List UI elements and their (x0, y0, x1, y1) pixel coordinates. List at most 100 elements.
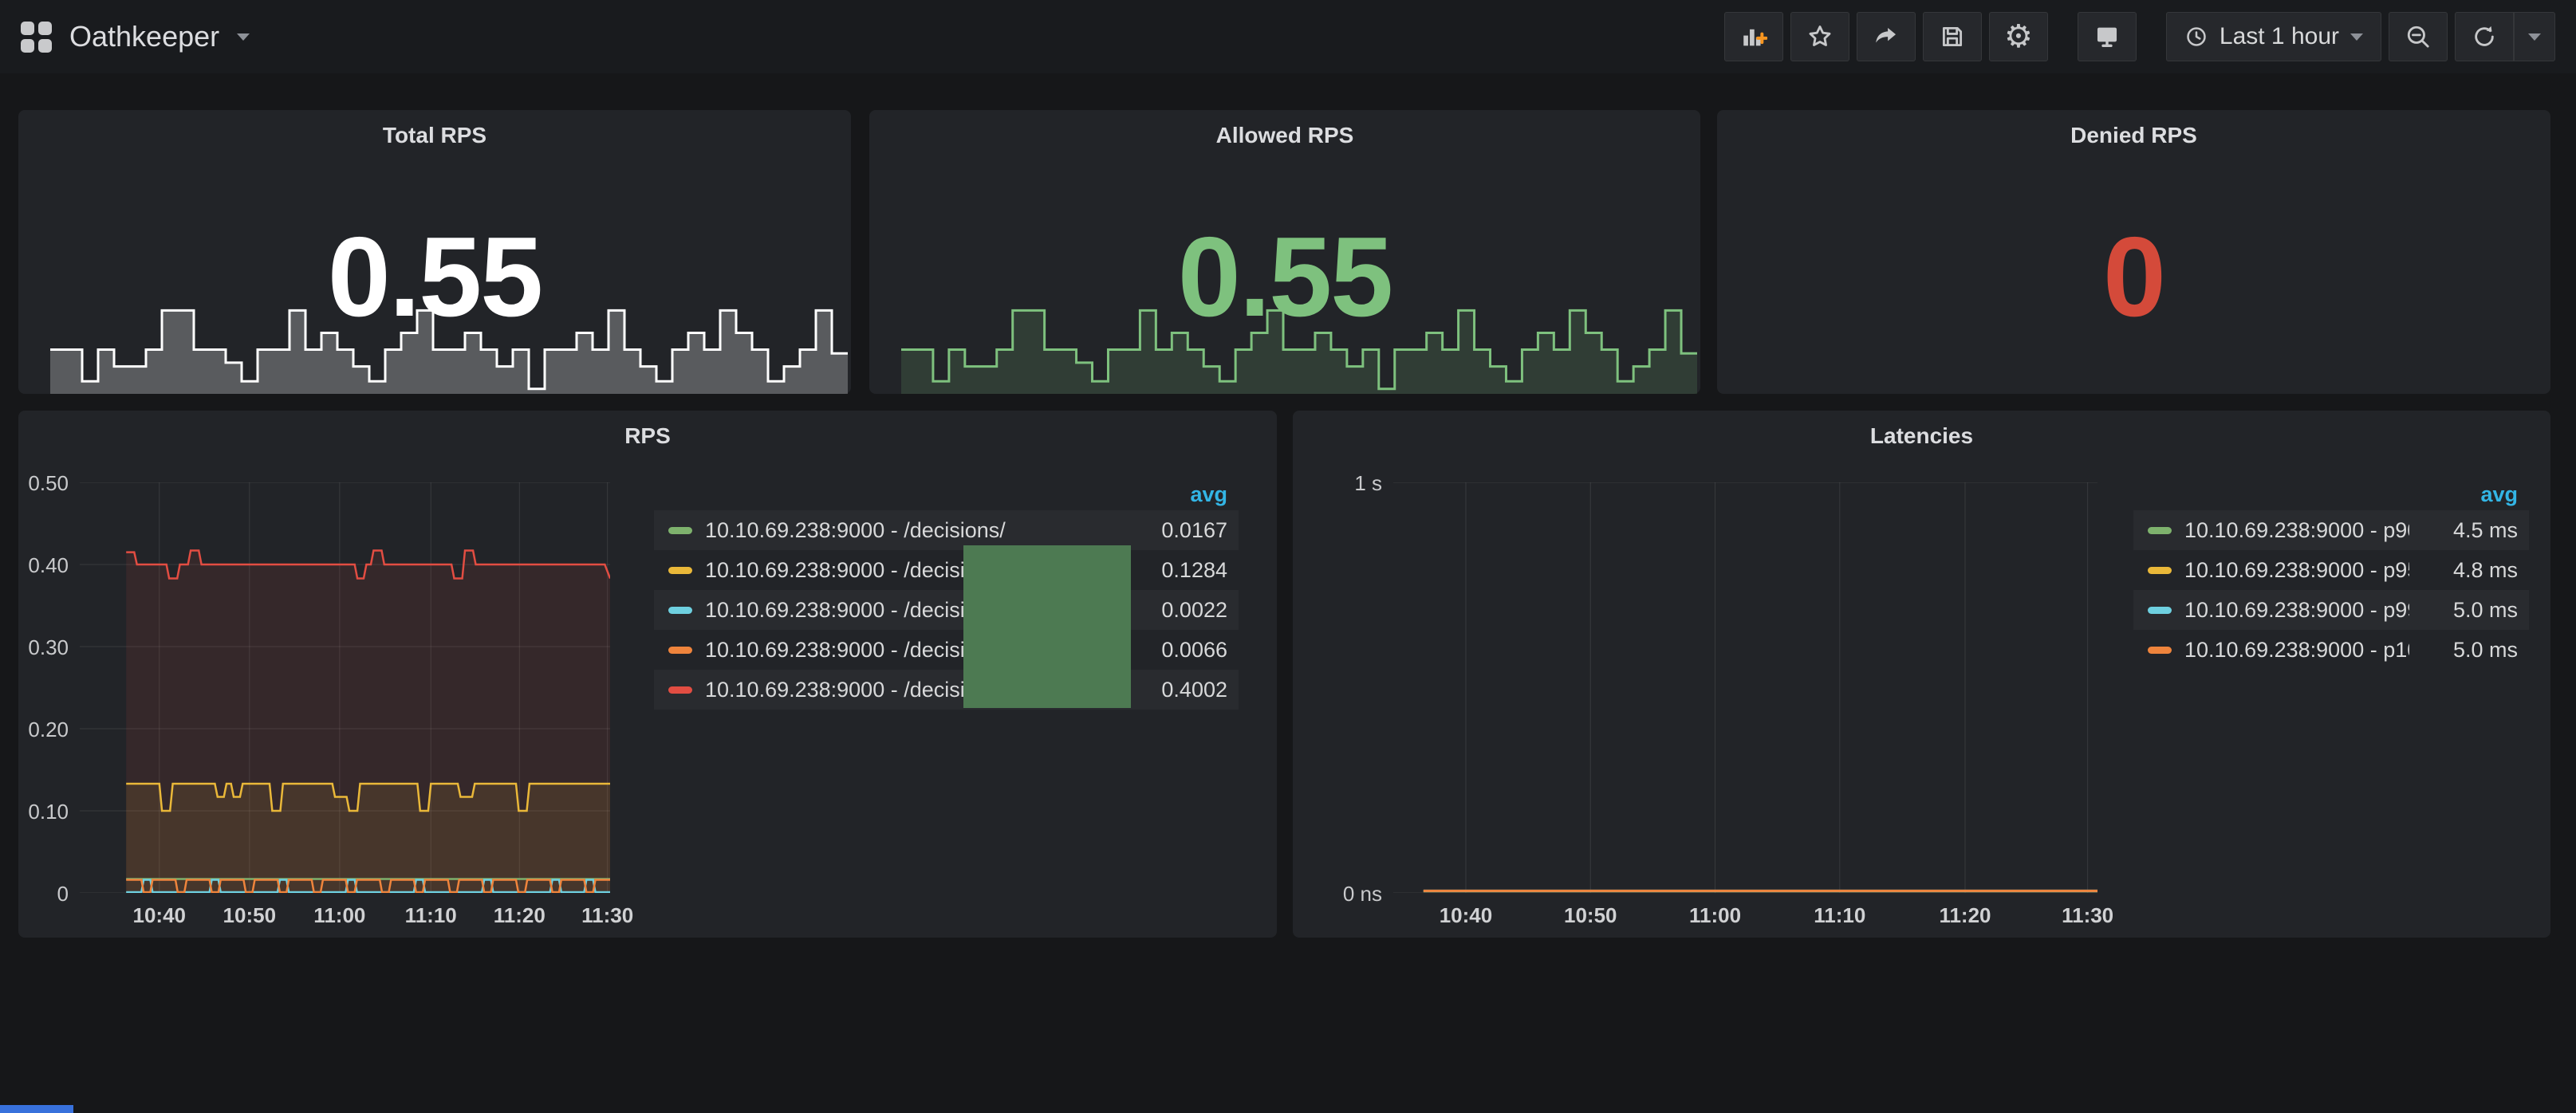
legend-avg-value: 0.0167 (1119, 518, 1239, 543)
legend-avg-value: 0.4002 (1119, 678, 1239, 702)
panel-title[interactable]: Latencies (1293, 423, 2550, 449)
legend-avg-value: 4.5 ms (2409, 518, 2529, 543)
panel-latencies-graph: Latencies avg10.10.69.238:9000 - p904.5 … (1293, 411, 2550, 938)
x-axis-label: 11:00 (1680, 903, 1751, 928)
panel-title[interactable]: Total RPS (18, 123, 851, 148)
x-axis-label: 11:20 (1929, 903, 2001, 928)
navbar: Oathkeeper (0, 0, 2576, 73)
legend-row[interactable]: 10.10.69.238:9000 - /decisions/0.1284 (654, 550, 1239, 590)
panel-total-rps: Total RPS 0.55 (18, 110, 851, 394)
add-panel-button[interactable] (1724, 12, 1783, 61)
y-axis-label: 0.10 (0, 800, 69, 824)
sparkline (901, 294, 1697, 394)
series-color-swatch (668, 647, 692, 654)
panel-allowed-rps: Allowed RPS 0.55 (869, 110, 1700, 394)
x-axis-label: 11:00 (304, 903, 376, 928)
zoom-out-button[interactable] (2389, 12, 2448, 61)
time-range-label: Last 1 hour (2220, 23, 2339, 50)
legend-series-label: 10.10.69.238:9000 - /decisions/ (705, 518, 1119, 543)
series-color-swatch (2148, 567, 2172, 574)
x-axis-label: 11:30 (2052, 903, 2124, 928)
legend-row[interactable]: 10.10.69.238:9000 - p954.8 ms (2133, 550, 2529, 590)
x-axis-label: 11:30 (572, 903, 644, 928)
y-axis-label: 0.20 (0, 718, 69, 742)
legend-series-label: 10.10.69.238:9000 - p100 (2184, 638, 2409, 663)
series-color-swatch (668, 527, 692, 534)
panel-title[interactable]: RPS (18, 423, 1277, 449)
settings-button[interactable]: ⚙ (1989, 12, 2048, 61)
refresh-interval-dropdown[interactable] (2514, 12, 2555, 61)
floppy-save-icon (1939, 23, 1966, 50)
series-color-swatch (2148, 647, 2172, 654)
x-axis-label: 10:40 (124, 903, 195, 928)
rps-plot-area[interactable] (80, 482, 610, 893)
legend-avg-value: 4.8 ms (2409, 558, 2529, 583)
bottom-scroll-strip (0, 1105, 73, 1113)
chevron-down-icon (2350, 33, 2363, 41)
legend-avg-value: 5.0 ms (2409, 638, 2529, 663)
cycle-view-button[interactable] (2078, 12, 2137, 61)
x-axis-label: 11:10 (1804, 903, 1876, 928)
legend-avg-header[interactable]: avg (654, 478, 1239, 510)
share-button[interactable] (1857, 12, 1916, 61)
series-color-swatch (668, 686, 692, 694)
legend-avg-value: 5.0 ms (2409, 598, 2529, 623)
refresh-button[interactable] (2455, 12, 2514, 61)
monitor-icon (2093, 23, 2121, 50)
chevron-down-icon (2528, 33, 2541, 41)
panel-title[interactable]: Allowed RPS (869, 123, 1700, 148)
x-axis-label: 10:50 (214, 903, 286, 928)
y-axis-label: 0.50 (0, 471, 69, 496)
series-color-swatch (2148, 607, 2172, 614)
dashboards-grid-icon[interactable] (21, 22, 52, 53)
series-color-swatch (2148, 527, 2172, 534)
legend-row[interactable]: 10.10.69.238:9000 - p995.0 ms (2133, 590, 2529, 630)
panel-denied-rps: Denied RPS 0 (1717, 110, 2550, 394)
legend-avg-header[interactable]: avg (2133, 478, 2529, 510)
latencies-plot-area[interactable] (1393, 482, 2097, 893)
legend-series-label: 10.10.69.238:9000 - p90 (2184, 518, 2409, 543)
legend-row[interactable]: 10.10.69.238:9000 - p904.5 ms (2133, 510, 2529, 550)
y-axis-label: 0.30 (0, 635, 69, 660)
legend-row[interactable]: 10.10.69.238:9000 - /decisions/0.4002 (654, 670, 1239, 710)
legend-avg-value: 0.0022 (1119, 598, 1239, 623)
zoom-out-icon (2405, 23, 2432, 50)
save-button[interactable] (1923, 12, 1982, 61)
series-color-swatch (668, 607, 692, 614)
rps-legend: avg10.10.69.238:9000 - /decisions/0.0167… (654, 478, 1239, 710)
y-axis-label: 0.40 (0, 553, 69, 578)
gear-icon: ⚙ (2004, 21, 2033, 53)
legend-avg-value: 0.0066 (1119, 638, 1239, 663)
dashboard-title-dropdown[interactable]: Oathkeeper (21, 20, 250, 53)
x-axis-label: 11:10 (395, 903, 467, 928)
latencies-legend: avg10.10.69.238:9000 - p904.5 ms10.10.69… (2133, 478, 2529, 670)
legend-row[interactable]: 10.10.69.238:9000 - p1005.0 ms (2133, 630, 2529, 670)
legend-row[interactable]: 10.10.69.238:9000 - /decisions/0.0022 (654, 590, 1239, 630)
legend-avg-value: 0.1284 (1119, 558, 1239, 583)
star-button[interactable] (1790, 12, 1849, 61)
legend-series-label: 10.10.69.238:9000 - p95 (2184, 558, 2409, 583)
dashboard-title[interactable]: Oathkeeper (69, 20, 219, 53)
panel-title[interactable]: Denied RPS (1717, 123, 2550, 148)
share-arrow-icon (1873, 23, 1900, 50)
bar-chart-plus-icon (1740, 23, 1767, 50)
sparkline (50, 294, 848, 394)
redaction-overlay (963, 545, 1131, 708)
refresh-icon (2471, 23, 2498, 50)
stat-value: 0 (1717, 212, 2550, 343)
y-axis-label: 1 s (1286, 471, 1382, 496)
legend-series-label: 10.10.69.238:9000 - p99 (2184, 598, 2409, 623)
y-axis-label: 0 ns (1286, 882, 1382, 907)
y-axis-label: 0 (0, 882, 69, 907)
legend-row[interactable]: 10.10.69.238:9000 - /decisions/0.0167 (654, 510, 1239, 550)
star-icon (1806, 23, 1834, 50)
clock-icon (2184, 25, 2208, 49)
x-axis-label: 11:20 (483, 903, 555, 928)
x-axis-label: 10:50 (1554, 903, 1626, 928)
time-range-picker[interactable]: Last 1 hour (2166, 12, 2381, 61)
legend-row[interactable]: 10.10.69.238:9000 - /decisions/0.0066 (654, 630, 1239, 670)
panel-rps-graph: RPS avg10.10.69.238:9000 - /decisions/0.… (18, 411, 1277, 938)
x-axis-label: 10:40 (1430, 903, 1502, 928)
navbar-toolbar: ⚙ Last 1 hour (1717, 12, 2555, 61)
chevron-down-icon[interactable] (237, 33, 250, 41)
